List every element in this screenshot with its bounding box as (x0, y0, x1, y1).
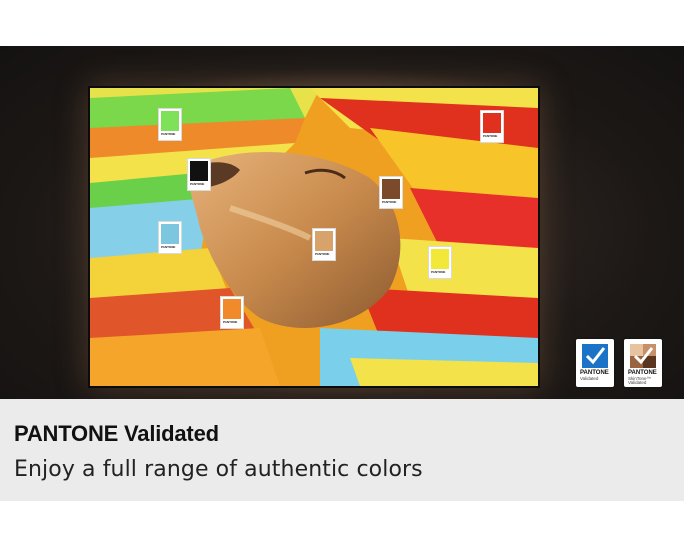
swatch-brand: PANTONE (382, 201, 397, 204)
swatch-brand: PANTONE (190, 183, 205, 186)
pantone-swatch-yellow: PANTONE (428, 246, 452, 279)
pantone-swatch-blue: PANTONE (158, 221, 182, 254)
swatch-chip (315, 231, 333, 251)
caption-title: PANTONE Validated (14, 421, 219, 446)
top-whitespace (0, 0, 684, 46)
pantone-swatch-green: PANTONE (158, 108, 182, 141)
pantone-swatch-tan: PANTONE (312, 228, 336, 261)
swatch-brand: PANTONE (483, 135, 498, 138)
swatch-chip (190, 161, 208, 181)
checkmark-icon (582, 344, 608, 368)
swatch-brand: PANTONE (431, 271, 446, 274)
swatch-chip (483, 113, 501, 133)
swatch-brand: PANTONE (161, 133, 176, 136)
skintone-checkmark-icon (630, 344, 656, 368)
badge-line2: Validated (628, 380, 647, 385)
tv-screen: PANTONE PANTONE PANTONE PANTONE PANTONE … (88, 86, 540, 388)
swatch-chip (382, 179, 400, 199)
swatch-chip (223, 299, 241, 319)
caption-subtitle: Enjoy a full range of authentic colors (14, 457, 423, 482)
pantone-swatch-orange: PANTONE (220, 296, 244, 329)
pantone-validated-badge: PANTONE Validated (576, 339, 614, 387)
pantone-swatch-black: PANTONE (187, 158, 211, 191)
swatch-chip (431, 249, 449, 269)
caption-panel: PANTONE Validated Enjoy a full range of … (0, 399, 684, 501)
swatch-brand: PANTONE (161, 246, 176, 249)
swatch-brand: PANTONE (315, 253, 330, 256)
pantone-swatch-red: PANTONE (480, 110, 504, 143)
pantone-skintone-badge: PANTONE SkinTone™ Validated (624, 339, 662, 387)
swatch-chip (161, 111, 179, 131)
pantone-swatch-brown: PANTONE (379, 176, 403, 209)
badge-line1: Validated (580, 376, 599, 381)
hero-banner: PANTONE PANTONE PANTONE PANTONE PANTONE … (0, 46, 684, 399)
swatch-chip (161, 224, 179, 244)
swatch-brand: PANTONE (223, 321, 238, 324)
